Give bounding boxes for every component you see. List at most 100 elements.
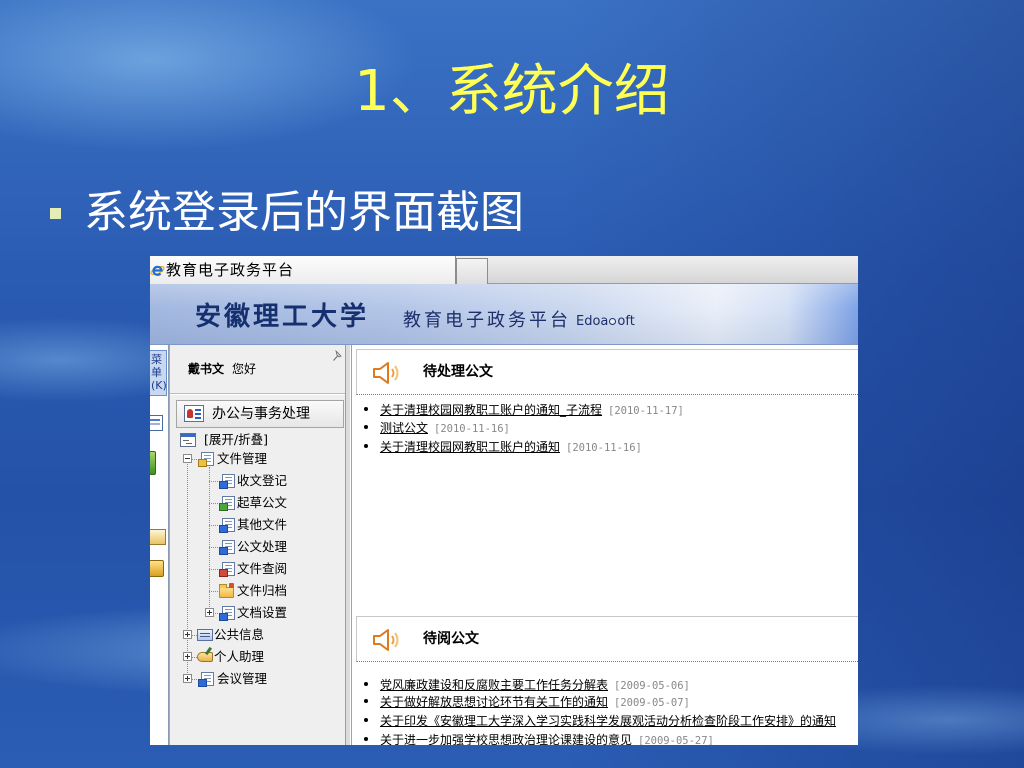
bullet-dot [364, 737, 368, 741]
expand-icon[interactable] [183, 630, 192, 639]
document-link[interactable]: 关于做好解放思想讨论环节有关工作的通知 [380, 695, 608, 709]
tree-item-label: 其他文件 [237, 517, 288, 532]
archive-folder-icon [219, 583, 234, 598]
tree-item-process-document[interactable]: 公文处理 [170, 537, 346, 557]
expand-icon[interactable] [205, 608, 214, 617]
bullet-dot [364, 444, 368, 448]
tree-toggle-label: [展开/折叠] [204, 432, 268, 447]
tree-item-meeting-management[interactable]: 会议管理 [170, 669, 346, 689]
document-date: [2009-05-27] [638, 735, 714, 745]
pending-documents-header: 待处理公文 [356, 349, 858, 395]
user-greeting: 戴书文 您好 [188, 361, 256, 377]
bullet-dot [364, 718, 368, 722]
tree-item-draft-document[interactable]: 起草公文 [170, 493, 346, 513]
view-document-icon [219, 562, 235, 577]
personal-assistant-icon [197, 652, 213, 662]
tree-item-file-management[interactable]: 文件管理 [170, 449, 346, 469]
to-read-documents-header: 待阅公文 [356, 616, 858, 662]
document-icon[interactable] [150, 415, 163, 431]
document-link[interactable]: 关于清理校园网教职工账户的通知 [380, 440, 560, 454]
document-link[interactable]: 关于清理校园网教职工账户的通知_子流程 [380, 403, 602, 417]
tree-item-view-document[interactable]: 文件查阅 [170, 559, 346, 579]
list-item: 关于清理校园网教职工账户的通知_子流程 [2010-11-17] [352, 400, 858, 418]
collapse-icon[interactable] [183, 454, 192, 463]
document-link[interactable]: 测试公文 [380, 421, 428, 435]
tree-item-label: 文件归档 [237, 583, 288, 598]
meeting-icon [198, 672, 214, 687]
menu-label: 菜单(K) [151, 353, 167, 392]
tree-item-label: 文件管理 [217, 451, 268, 466]
browser-tab-new[interactable] [456, 258, 488, 284]
tree-item-other-files[interactable]: 其他文件 [170, 515, 346, 535]
public-info-icon [197, 629, 213, 641]
university-name: 安徽理工大学 [195, 302, 370, 332]
navigation-panel: 戴书文 您好 办公与事务处理 [展开/折叠] 文件管理 收文登记 起草公文 其他… [169, 345, 346, 745]
browser-tab-bar: 教育电子政务平台 [150, 256, 858, 284]
pin-icon[interactable] [332, 350, 344, 362]
logo-text-left: Edoa [576, 314, 609, 329]
speaker-icon [373, 629, 399, 651]
bullet-text: 系统登录后的界面截图 [84, 187, 524, 238]
document-date: [2010-11-16] [434, 423, 510, 435]
list-item: 关于清理校园网教职工账户的通知 [2010-11-16] [352, 437, 858, 455]
list-item: 关于做好解放思想讨论环节有关工作的通知 [2009-05-07] [352, 692, 858, 710]
document-settings-icon [219, 606, 235, 621]
tree-item-archive[interactable]: 文件归档 [170, 581, 346, 601]
bullet-marker [50, 208, 61, 219]
speaker-icon [373, 362, 399, 384]
tree-item-label: 收文登记 [237, 473, 288, 488]
list-item: 关于进一步加强学校思想政治理论课建设的意见 [2009-05-27] [352, 730, 858, 745]
tree-item-label: 个人助理 [214, 649, 265, 664]
battery-icon[interactable] [150, 451, 156, 475]
folder-icon[interactable] [150, 529, 166, 545]
other-files-icon [219, 518, 235, 533]
receive-document-icon [219, 474, 235, 489]
tree-item-public-info[interactable]: 公共信息 [170, 625, 346, 645]
expand-icon[interactable] [183, 674, 192, 683]
ie-icon [150, 265, 165, 276]
tree-window-icon [180, 433, 196, 447]
document-link[interactable]: 关于进一步加强学校思想政治理论课建设的意见 [380, 733, 632, 745]
list-item: 测试公文 [2010-11-16] [352, 418, 858, 436]
tree-expand-collapse-all[interactable]: [展开/折叠] [170, 430, 346, 450]
slide-title: 1、系统介绍 [354, 59, 670, 124]
office-affairs-module-button[interactable]: 办公与事务处理 [176, 400, 344, 428]
tree-item-label: 会议管理 [217, 671, 268, 686]
expand-icon[interactable] [183, 652, 192, 661]
menu-button[interactable]: 菜单(K) [150, 350, 167, 396]
browser-tab-active[interactable]: 教育电子政务平台 [150, 256, 456, 284]
bullet-dot [364, 407, 368, 411]
process-document-icon [219, 540, 235, 555]
tree-item-document-settings[interactable]: 文档设置 [170, 603, 346, 623]
tree-item-label: 公文处理 [237, 539, 288, 554]
list-item: 关于印发《安徽理工大学深入学习实践科学发展观活动分析检查阶段工作安排》的通知 [352, 711, 858, 729]
document-date: [2010-11-16] [566, 442, 642, 454]
section-title: 待阅公文 [423, 631, 479, 647]
contact-card-icon [184, 405, 204, 422]
main-content: 待处理公文 关于清理校园网教职工账户的通知_子流程 [2010-11-17] 测试… [351, 345, 858, 745]
document-link[interactable]: 党风廉政建设和反腐败主要工作任务分解表 [380, 678, 608, 692]
document-folder-icon [198, 452, 214, 467]
tree-item-label: 文档设置 [237, 605, 288, 620]
greeting-text: 您好 [232, 362, 257, 376]
logo-text-right: oft [617, 314, 635, 329]
platform-name: 教育电子政务平台 [403, 310, 571, 331]
document-date: [2009-05-07] [614, 697, 690, 709]
left-toolbar-strip: 菜单(K) [150, 345, 169, 745]
list-item: 党风廉政建设和反腐败主要工作任务分解表 [2009-05-06] [352, 675, 858, 693]
tree-item-label: 起草公文 [237, 495, 288, 510]
tree-item-label: 文件查阅 [237, 561, 288, 576]
tree-item-personal-assistant[interactable]: 个人助理 [170, 647, 346, 667]
lock-icon[interactable] [150, 560, 164, 577]
tree-item-label: 公共信息 [214, 627, 265, 642]
document-link[interactable]: 关于印发《安徽理工大学深入学习实践科学发展观活动分析检查阶段工作安排》的通知 [380, 714, 836, 728]
bullet-dot [364, 682, 368, 686]
panel-divider [170, 393, 346, 395]
bullet-dot [364, 425, 368, 429]
draft-document-icon [219, 496, 235, 511]
site-banner: 安徽理工大学 教育电子政务平台 Edoa oft [150, 284, 858, 345]
user-name: 戴书文 [188, 362, 225, 376]
edoasoft-logo: Edoa oft [576, 314, 635, 330]
tree-item-receive-registration[interactable]: 收文登记 [170, 471, 346, 491]
module-label: 办公与事务处理 [212, 406, 310, 422]
